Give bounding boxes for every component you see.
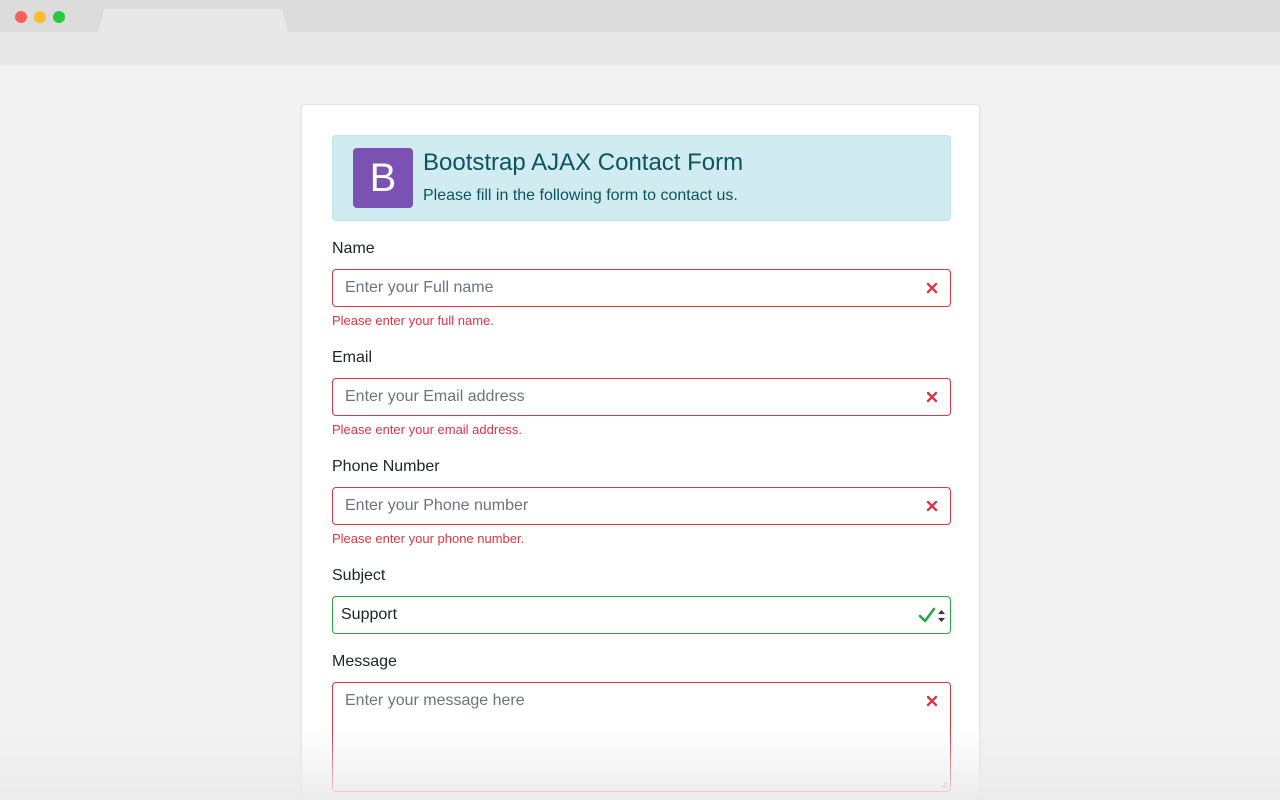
close-icon [926, 282, 938, 294]
window-minimize-button[interactable] [34, 11, 46, 23]
caret-updown-icon [938, 610, 945, 622]
browser-tab[interactable] [98, 9, 288, 33]
message-textarea[interactable]: Enter your message here [332, 682, 951, 792]
form-title: Bootstrap AJAX Contact Form [423, 149, 744, 176]
contact-form-card: B Bootstrap AJAX Contact Form Please fil… [301, 104, 980, 800]
window-maximize-button[interactable] [53, 11, 65, 23]
name-error: Please enter your full name. [332, 313, 494, 328]
message-placeholder: Enter your message here [345, 692, 525, 709]
bootstrap-logo: B [353, 148, 413, 208]
phone-placeholder: Enter your Phone number [345, 497, 529, 514]
close-icon [926, 695, 938, 707]
name-input[interactable]: Enter your Full name [332, 269, 951, 307]
close-icon [926, 391, 938, 403]
subject-selected-value: Support [341, 606, 398, 623]
email-error: Please enter your email address. [332, 422, 523, 437]
phone-label: Phone Number [332, 458, 440, 475]
subject-select[interactable]: Support [332, 596, 951, 634]
phone-error: Please enter your phone number. [332, 531, 525, 546]
browser-toolbar [0, 32, 1280, 65]
check-icon [918, 607, 936, 623]
browser-titlebar [0, 0, 1280, 33]
close-icon [926, 500, 938, 512]
message-label: Message [332, 653, 397, 670]
resize-handle-icon[interactable] [940, 781, 948, 789]
email-placeholder: Enter your Email address [345, 388, 525, 405]
email-label: Email [332, 349, 373, 366]
window-close-button[interactable] [15, 11, 27, 23]
name-label: Name [332, 240, 375, 257]
subject-label: Subject [332, 567, 386, 584]
name-placeholder: Enter your Full name [345, 279, 494, 296]
phone-input[interactable]: Enter your Phone number [332, 487, 951, 525]
form-subtitle: Please fill in the following form to con… [423, 187, 738, 204]
form-header-alert: B Bootstrap AJAX Contact Form Please fil… [332, 135, 951, 221]
email-input[interactable]: Enter your Email address [332, 378, 951, 416]
